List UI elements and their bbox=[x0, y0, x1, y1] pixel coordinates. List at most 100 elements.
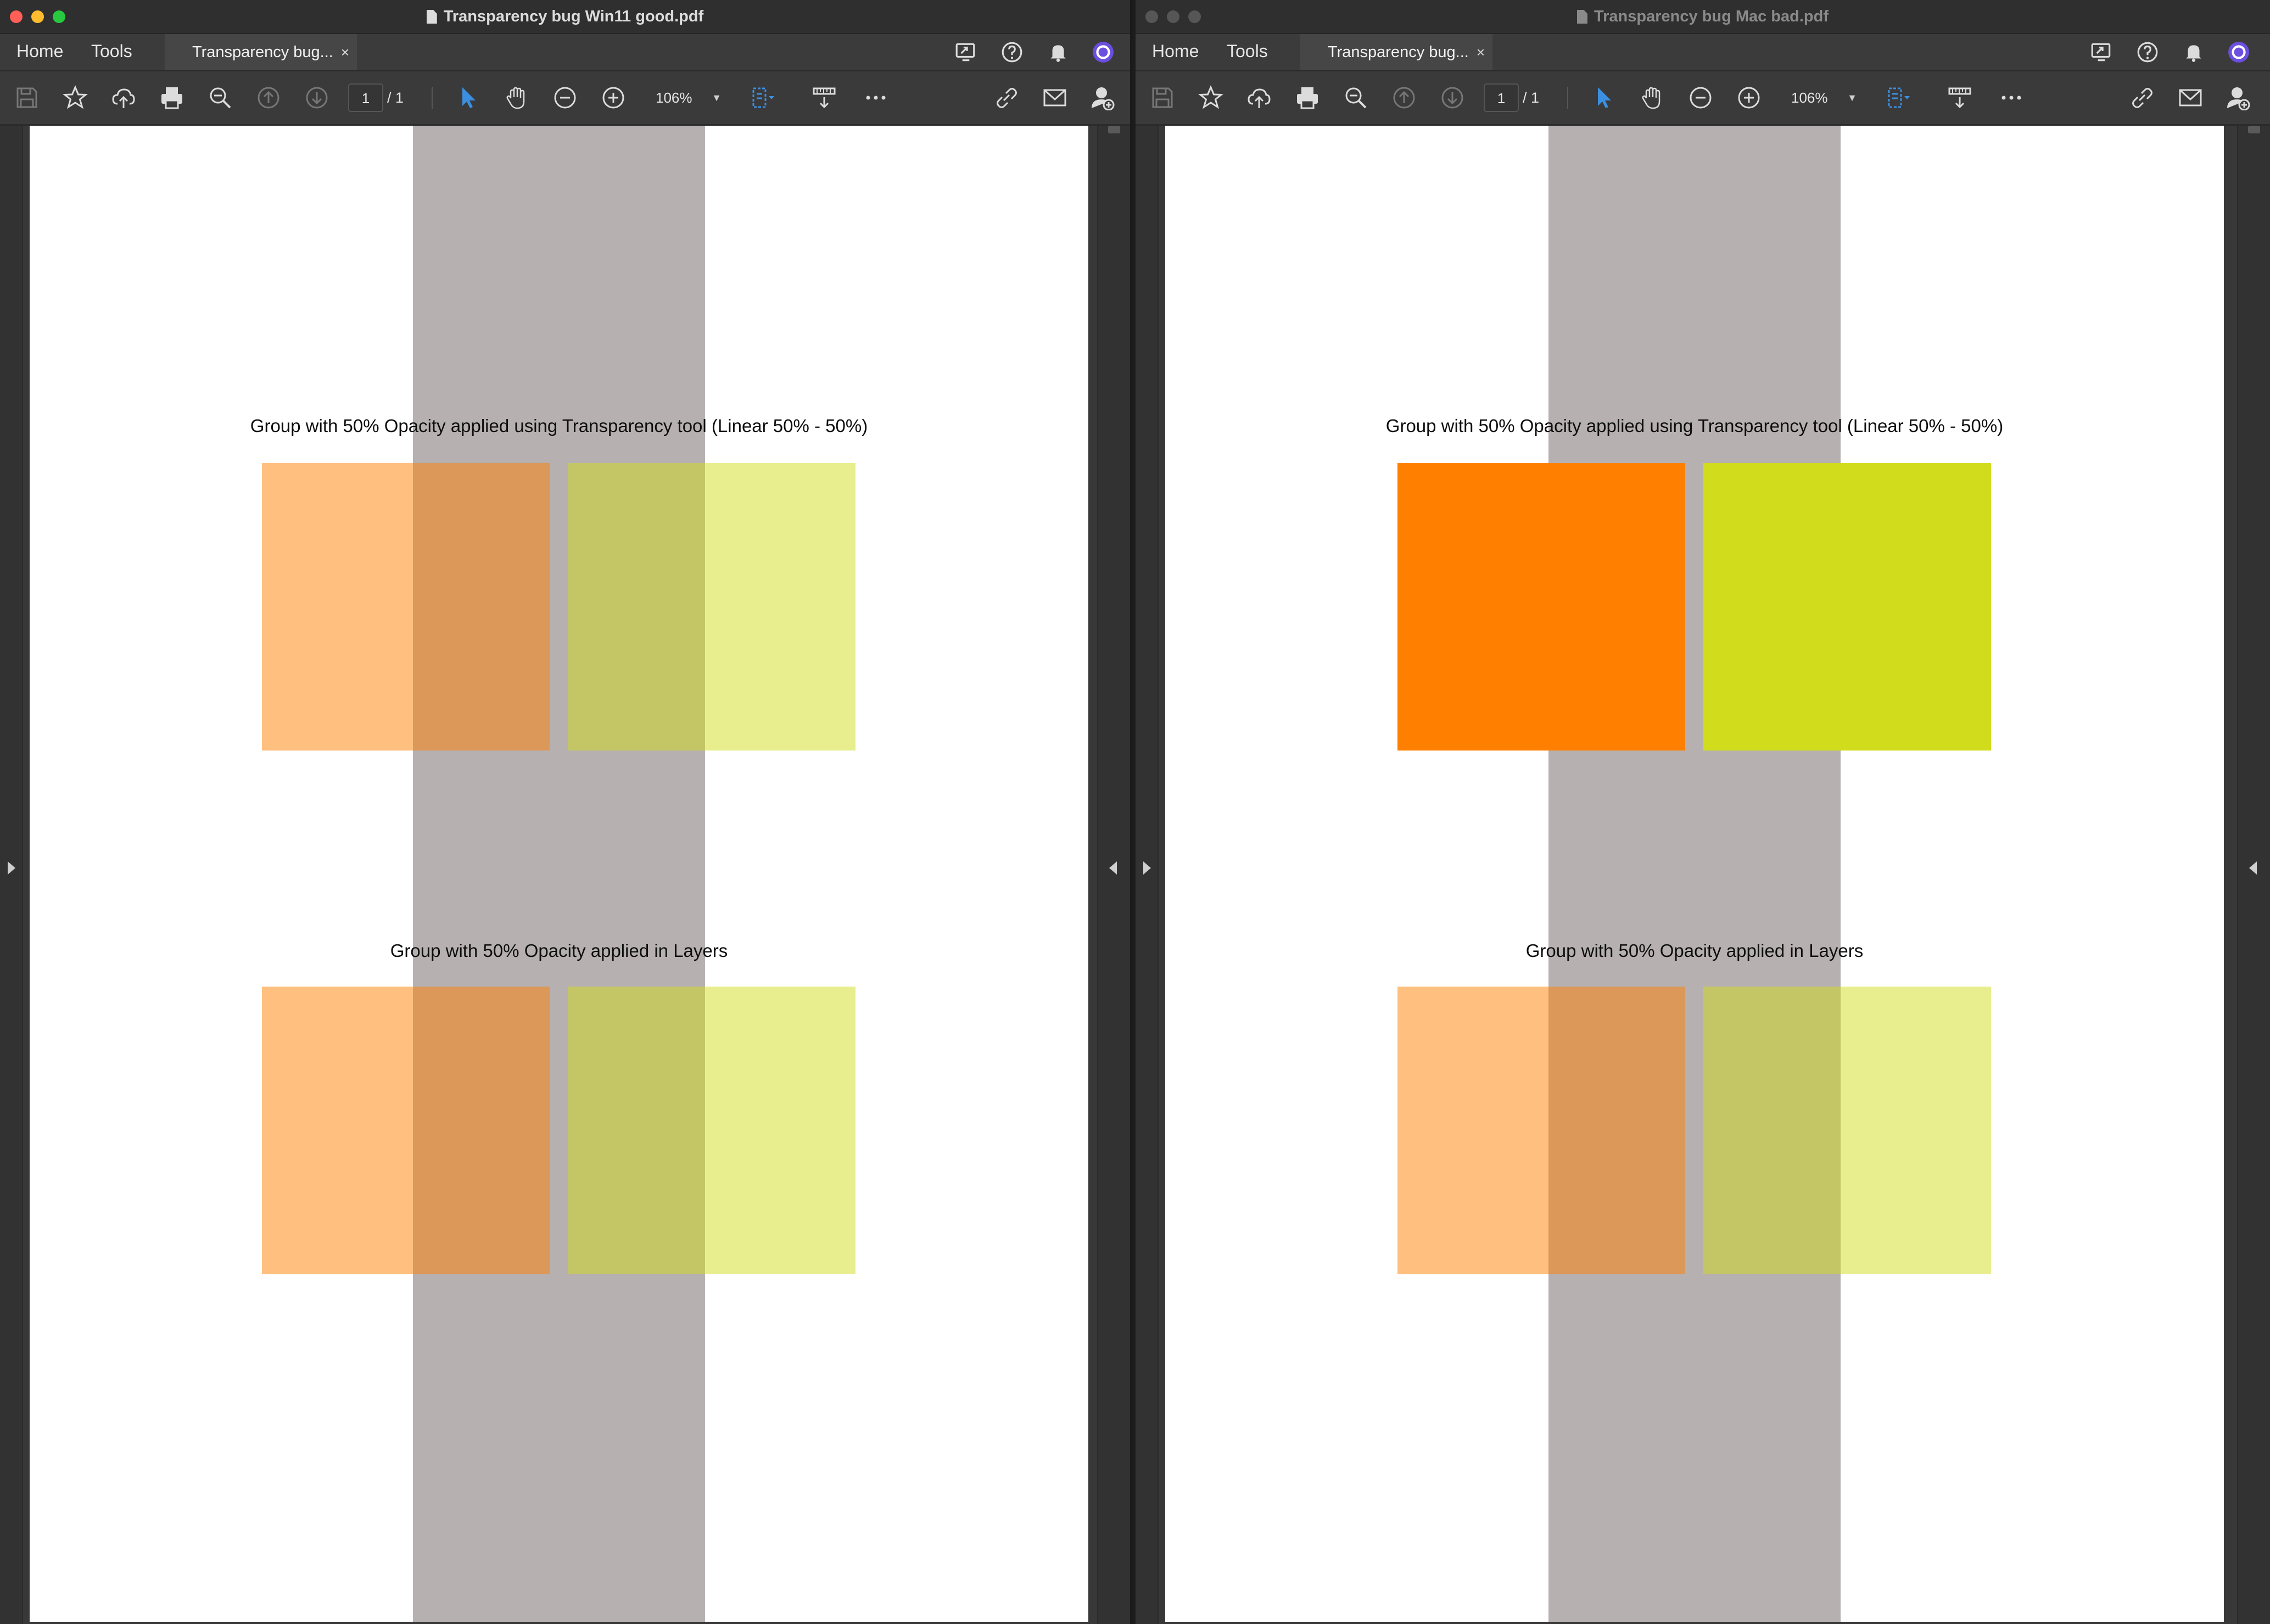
zoom-out-magnifier-icon[interactable] bbox=[208, 85, 233, 110]
window-right: Transparency bug Mac bad.pdf Home Tools … bbox=[1136, 0, 2270, 1624]
select-cursor-icon[interactable] bbox=[456, 85, 481, 110]
toolbar-divider bbox=[432, 87, 433, 109]
bell-icon[interactable] bbox=[2182, 41, 2205, 64]
document-view[interactable]: Group with 50% Opacity applied using Tra… bbox=[0, 126, 1130, 1624]
right-panel-toggle[interactable] bbox=[2237, 126, 2270, 1624]
add-user-icon[interactable] bbox=[2225, 85, 2250, 110]
tab-tools[interactable]: Tools bbox=[91, 34, 132, 70]
link-icon[interactable] bbox=[2129, 85, 2155, 110]
link-icon[interactable] bbox=[994, 85, 1019, 110]
help-icon[interactable] bbox=[2136, 41, 2159, 64]
zoom-value: 106% bbox=[656, 89, 692, 106]
bell-icon[interactable] bbox=[1047, 41, 1070, 64]
expand-right-panel-icon[interactable] bbox=[2249, 861, 2257, 875]
zoom-minus-icon[interactable] bbox=[552, 85, 578, 110]
tab-home[interactable]: Home bbox=[16, 34, 63, 70]
caption-transparency-tool: Group with 50% Opacity applied using Tra… bbox=[250, 416, 868, 436]
tab-bar: Home Tools Transparency bug... × bbox=[1136, 34, 2270, 71]
toolbar: 1 / 1 106% ▼ bbox=[1136, 71, 2270, 126]
window-title: Transparency bug Win11 good.pdf bbox=[0, 0, 1130, 33]
zoom-plus-icon[interactable] bbox=[601, 85, 626, 110]
expand-left-panel-icon[interactable] bbox=[8, 861, 15, 875]
email-icon[interactable] bbox=[1042, 85, 1067, 110]
select-cursor-icon[interactable] bbox=[1591, 85, 1617, 110]
tab-tools[interactable]: Tools bbox=[1227, 34, 1268, 70]
hand-icon[interactable] bbox=[1640, 85, 1665, 110]
share-screen-icon[interactable] bbox=[954, 41, 977, 64]
document-icon bbox=[426, 10, 437, 24]
title-bar[interactable]: Transparency bug Mac bad.pdf bbox=[1136, 0, 2270, 34]
share-screen-icon[interactable] bbox=[2090, 41, 2113, 64]
zoom-out-magnifier-icon[interactable] bbox=[1343, 85, 1368, 110]
page-number-input[interactable]: 1 bbox=[1484, 83, 1519, 112]
fit-page-icon[interactable] bbox=[1886, 85, 1911, 110]
yellow-square-top bbox=[568, 463, 856, 751]
right-panel-toggle[interactable] bbox=[1097, 126, 1130, 1624]
avatar[interactable] bbox=[1092, 41, 1115, 64]
print-icon[interactable] bbox=[159, 85, 184, 110]
scroll-mode-icon[interactable] bbox=[812, 85, 837, 110]
scrollbar-thumb[interactable] bbox=[2248, 126, 2260, 133]
tab-home[interactable]: Home bbox=[1152, 34, 1199, 70]
zoom-minus-icon[interactable] bbox=[1688, 85, 1713, 110]
save-icon[interactable] bbox=[14, 85, 40, 110]
add-user-icon[interactable] bbox=[1089, 85, 1115, 110]
help-icon[interactable] bbox=[1000, 41, 1024, 64]
expand-left-panel-icon[interactable] bbox=[1143, 861, 1151, 875]
tab-bar: Home Tools Transparency bug... × bbox=[0, 34, 1130, 71]
pdf-page: Group with 50% Opacity applied using Tra… bbox=[1165, 126, 2224, 1622]
prev-page-icon[interactable] bbox=[256, 85, 281, 110]
window-title-text: Transparency bug Mac bad.pdf bbox=[1594, 8, 1829, 25]
email-icon[interactable] bbox=[2178, 85, 2203, 110]
close-tab-icon[interactable]: × bbox=[1477, 34, 1485, 70]
title-bar[interactable]: Transparency bug Win11 good.pdf bbox=[0, 0, 1130, 34]
prev-page-icon[interactable] bbox=[1391, 85, 1417, 110]
upload-icon[interactable] bbox=[1246, 85, 1272, 110]
zoom-select[interactable]: 106% ▼ bbox=[641, 83, 729, 112]
avatar[interactable] bbox=[2227, 41, 2250, 64]
orange-square-bottom bbox=[262, 987, 550, 1274]
expand-right-panel-icon[interactable] bbox=[1109, 861, 1117, 875]
gray-background-band bbox=[1548, 126, 1841, 1622]
star-icon[interactable] bbox=[63, 85, 88, 110]
tab-document[interactable]: Transparency bug... × bbox=[1300, 34, 1492, 70]
scrollbar-thumb[interactable] bbox=[1108, 126, 1120, 133]
star-icon[interactable] bbox=[1198, 85, 1223, 110]
zoom-select[interactable]: 106% ▼ bbox=[1777, 83, 1865, 112]
page-total: / 1 bbox=[387, 89, 404, 106]
window-title: Transparency bug Mac bad.pdf bbox=[1136, 0, 2270, 33]
close-tab-icon[interactable]: × bbox=[341, 34, 349, 70]
yellow-square-bottom bbox=[1703, 987, 1991, 1274]
yellow-square-bottom bbox=[568, 987, 856, 1274]
orange-square-top bbox=[1397, 463, 1685, 751]
zoom-plus-icon[interactable] bbox=[1736, 85, 1762, 110]
tab-document-label: Transparency bug... bbox=[192, 43, 333, 61]
upload-icon[interactable] bbox=[111, 85, 136, 110]
scroll-mode-icon[interactable] bbox=[1947, 85, 1972, 110]
toolbar-divider bbox=[1567, 87, 1568, 109]
caption-layers: Group with 50% Opacity applied in Layers bbox=[390, 940, 728, 961]
chevron-down-icon: ▼ bbox=[1847, 92, 1857, 103]
next-page-icon[interactable] bbox=[1440, 85, 1465, 110]
page-number-input[interactable]: 1 bbox=[348, 83, 383, 112]
tab-document[interactable]: Transparency bug... × bbox=[165, 34, 357, 70]
toolbar: 1 / 1 106% ▼ bbox=[0, 71, 1130, 126]
window-left: Transparency bug Win11 good.pdf Home Too… bbox=[0, 0, 1132, 1624]
hand-icon[interactable] bbox=[504, 85, 529, 110]
left-panel-toggle[interactable] bbox=[1136, 126, 1159, 1624]
document-view[interactable]: Group with 50% Opacity applied using Tra… bbox=[1136, 126, 2270, 1624]
save-icon[interactable] bbox=[1150, 85, 1175, 110]
fit-page-icon[interactable] bbox=[750, 85, 775, 110]
zoom-value: 106% bbox=[1791, 89, 1828, 106]
left-panel-toggle[interactable] bbox=[0, 126, 23, 1624]
gray-background-band bbox=[413, 126, 705, 1622]
orange-square-top bbox=[262, 463, 550, 751]
caption-layers: Group with 50% Opacity applied in Layers bbox=[1525, 940, 1864, 961]
more-icon[interactable] bbox=[1999, 85, 2024, 110]
document-icon bbox=[1576, 10, 1587, 24]
next-page-icon[interactable] bbox=[304, 85, 329, 110]
print-icon[interactable] bbox=[1295, 85, 1320, 110]
more-icon[interactable] bbox=[863, 85, 888, 110]
tab-document-label: Transparency bug... bbox=[1328, 43, 1469, 61]
caption-transparency-tool: Group with 50% Opacity applied using Tra… bbox=[1385, 416, 2004, 436]
